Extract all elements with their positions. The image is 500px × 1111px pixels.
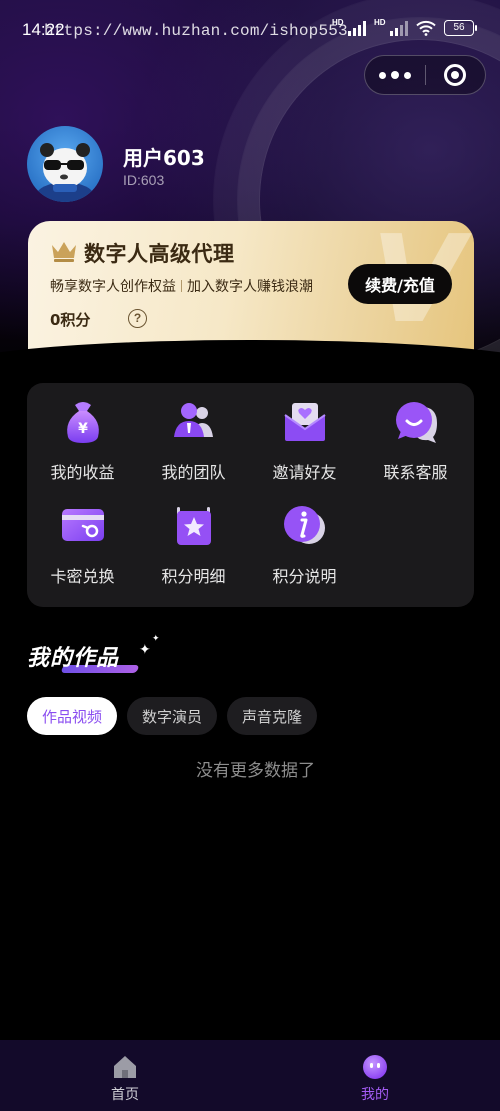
menu-label: 积分说明 xyxy=(272,567,337,586)
menu-label: 我的团队 xyxy=(161,463,226,482)
menu-label: 卡密兑换 xyxy=(50,567,115,586)
avatar[interactable] xyxy=(27,126,103,202)
tabbar-label: 我的 xyxy=(361,1087,389,1103)
username: 用户603 xyxy=(123,146,205,170)
calendar-star-icon xyxy=(171,503,217,549)
menu-label: 我的收益 xyxy=(50,463,115,482)
tab-work-videos[interactable]: 作品视频 xyxy=(27,697,118,735)
status-icons: HD HD 56 xyxy=(332,18,477,36)
menu-item-customer-service[interactable]: 联系客服 xyxy=(360,383,471,483)
vip-title: 数字人高级代理 xyxy=(84,242,235,266)
money-bag-icon: ¥ xyxy=(60,399,106,445)
tab-digital-actors[interactable]: 数字演员 xyxy=(127,697,218,735)
menu-item-card-redeem[interactable]: 卡密兑换 xyxy=(27,487,138,587)
info-icon xyxy=(282,503,328,549)
empty-state-text: 没有更多数据了 xyxy=(196,761,315,781)
card-exchange-icon xyxy=(60,503,106,549)
miniprogram-capsule xyxy=(364,55,486,95)
tabbar-item-mine[interactable]: 我的 xyxy=(250,1040,500,1111)
menu-item-points-info[interactable]: 积分说明 xyxy=(249,487,360,587)
team-icon xyxy=(171,399,217,445)
user-id: ID:603 xyxy=(123,172,165,188)
points-balance: 0积分 xyxy=(50,311,91,329)
more-icon[interactable] xyxy=(365,55,425,95)
chat-bubble-icon xyxy=(393,399,439,445)
renew-recharge-button[interactable]: 续费/充值 xyxy=(348,264,452,304)
crown-icon xyxy=(50,239,78,267)
menu-item-points-detail[interactable]: 积分明细 xyxy=(138,487,249,587)
vip-desc-right: 加入数字人赚钱浪潮 xyxy=(187,279,313,295)
works-tabs: 作品视频 数字演员 声音克隆 xyxy=(27,697,318,735)
status-bar: https://www.huzhan.com/ishop553 14:22 HD… xyxy=(0,0,500,60)
vip-description: 畅享数字人创作权益 加入数字人赚钱浪潮 xyxy=(50,276,313,296)
menu-item-earnings[interactable]: ¥ 我的收益 xyxy=(27,383,138,483)
help-icon[interactable]: ? xyxy=(128,309,147,328)
status-time: 14:22 xyxy=(22,20,65,39)
profile-page: https://www.huzhan.com/ishop553 14:22 HD… xyxy=(0,0,500,1111)
menu-label: 积分明细 xyxy=(161,567,226,586)
works-title: 我的作品 xyxy=(27,646,120,671)
wifi-icon xyxy=(416,20,436,36)
menu-label: 联系客服 xyxy=(383,463,448,482)
menu-item-invite[interactable]: 邀请好友 xyxy=(249,383,360,483)
envelope-invite-icon xyxy=(282,399,328,445)
signal-icon-2: HD xyxy=(374,18,408,36)
sparkle-icon-small: ✦ xyxy=(152,634,160,644)
function-menu-card: ¥ 我的收益 我的团队 邀请好友 联系客服 卡密兑换 积分明细 积分说明 xyxy=(27,383,474,607)
close-target-icon[interactable] xyxy=(426,55,485,95)
profile-face-icon xyxy=(362,1054,388,1080)
menu-item-team[interactable]: 我的团队 xyxy=(138,383,249,483)
tabbar-item-home[interactable]: 首页 xyxy=(0,1040,250,1111)
vip-desc-divider xyxy=(181,280,182,292)
hd-label-2: HD xyxy=(374,18,386,27)
tab-voice-clone[interactable]: 声音克隆 xyxy=(227,697,318,735)
battery-icon: 56 xyxy=(444,20,477,36)
bottom-tabbar: 首页 我的 xyxy=(0,1040,500,1111)
sparkle-icon: ✦ xyxy=(139,642,151,658)
vip-desc-left: 畅享数字人创作权益 xyxy=(50,279,176,295)
menu-label: 邀请好友 xyxy=(272,463,337,482)
signal-icon: HD xyxy=(332,18,366,36)
svg-text:¥: ¥ xyxy=(78,421,88,437)
tabbar-label: 首页 xyxy=(111,1087,139,1103)
status-url-overlay: https://www.huzhan.com/ishop553 xyxy=(44,22,348,40)
home-icon xyxy=(112,1054,138,1080)
hd-label: HD xyxy=(332,18,344,27)
